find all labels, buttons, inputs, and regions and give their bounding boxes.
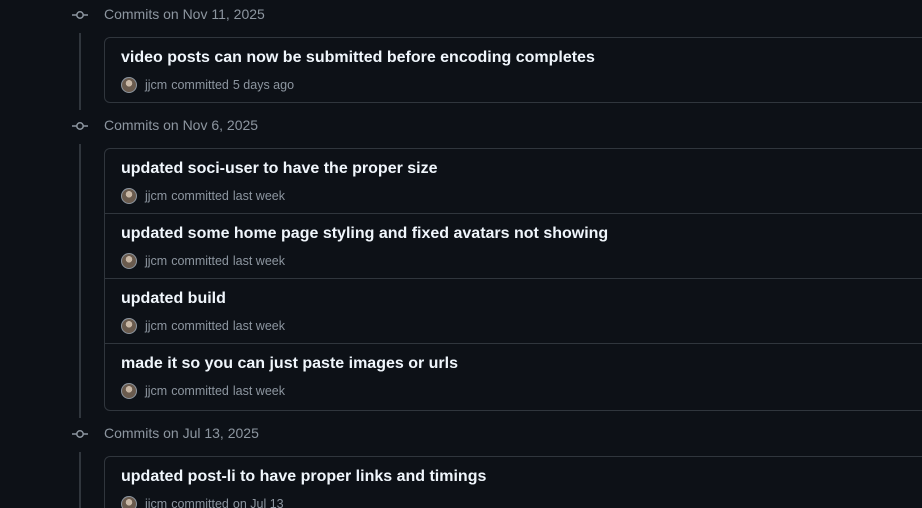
commit-action: committed: [171, 319, 229, 333]
commit-title-link[interactable]: updated soci-user to have the proper siz…: [121, 160, 438, 178]
commit-author-link[interactable]: jjcm: [145, 384, 167, 398]
commit-row[interactable]: updated post-li to have proper links and…: [105, 457, 922, 508]
commit-group-date: Commits on Nov 6, 2025: [104, 117, 259, 133]
commit-list: updated post-li to have proper links and…: [104, 456, 922, 508]
commit-meta: jjcm committed last week: [121, 317, 285, 335]
commit-title-link[interactable]: updated some home page styling and fixed…: [121, 225, 608, 243]
commit-row[interactable]: video posts can now be submitted before …: [105, 38, 922, 103]
commit-action: committed: [171, 497, 229, 508]
commit-group-header: Commits on Nov 11, 2025: [0, 4, 922, 26]
timeline-line: [79, 33, 81, 110]
user-avatar[interactable]: [121, 496, 137, 508]
git-commit-icon: [72, 430, 88, 438]
commit-group: Commits on Nov 6, 2025: [0, 115, 922, 137]
commit-time: 5 days ago: [232, 78, 295, 92]
timeline-line: [79, 452, 81, 508]
commit-group-date: Commits on Jul 13, 2025: [104, 425, 259, 441]
commit-list: video posts can now be submitted before …: [104, 37, 922, 103]
git-commit-icon: [72, 122, 88, 130]
commit-group-date: Commits on Nov 11, 2025: [104, 6, 265, 22]
commit-author-link[interactable]: jjcm: [145, 189, 167, 203]
commit-title-link[interactable]: updated post-li to have proper links and…: [121, 468, 486, 486]
commit-list: updated soci-user to have the proper siz…: [104, 148, 922, 411]
commit-author-link[interactable]: jjcm: [145, 497, 167, 508]
commit-row[interactable]: updated soci-user to have the proper siz…: [105, 149, 922, 214]
commit-action: committed: [171, 384, 229, 398]
commit-author-link[interactable]: jjcm: [145, 78, 167, 92]
git-commit-icon: [72, 11, 88, 19]
commit-action: committed: [171, 254, 229, 268]
timeline-line: [79, 144, 81, 418]
commit-time: last week: [232, 319, 285, 333]
commit-group-header: Commits on Jul 13, 2025: [0, 423, 922, 445]
commit-timeline: Commits on Nov 11, 2025 video posts can …: [0, 0, 922, 508]
commit-time: last week: [232, 189, 285, 203]
commit-action: committed: [171, 78, 229, 92]
commit-action: committed: [171, 189, 229, 203]
commit-time: on Jul 13: [232, 497, 284, 508]
commit-row[interactable]: updated some home page styling and fixed…: [105, 214, 922, 279]
commit-title-link[interactable]: made it so you can just paste images or …: [121, 355, 458, 373]
commit-author-link[interactable]: jjcm: [145, 319, 167, 333]
commit-meta: jjcm committed last week: [121, 252, 285, 270]
commit-title-link[interactable]: video posts can now be submitted before …: [121, 49, 595, 67]
commit-group-header: Commits on Nov 6, 2025: [0, 115, 922, 137]
commit-row[interactable]: made it so you can just paste images or …: [105, 344, 922, 409]
commit-group: Commits on Jul 13, 2025: [0, 423, 922, 445]
user-avatar[interactable]: [121, 383, 137, 399]
commit-title-link[interactable]: updated build: [121, 290, 226, 308]
commit-time: last week: [232, 384, 285, 398]
commit-meta: jjcm committed 5 days ago: [121, 76, 294, 94]
commit-meta: jjcm committed on Jul 13: [121, 495, 284, 508]
commit-row[interactable]: updated build jjcm committed last week: [105, 279, 922, 344]
user-avatar[interactable]: [121, 318, 137, 334]
commit-group: Commits on Nov 11, 2025: [0, 4, 922, 26]
commit-time: last week: [232, 254, 285, 268]
commit-meta: jjcm committed last week: [121, 382, 285, 400]
user-avatar[interactable]: [121, 253, 137, 269]
commit-meta: jjcm committed last week: [121, 187, 285, 205]
commit-author-link[interactable]: jjcm: [145, 254, 167, 268]
user-avatar[interactable]: [121, 188, 137, 204]
user-avatar[interactable]: [121, 77, 137, 93]
